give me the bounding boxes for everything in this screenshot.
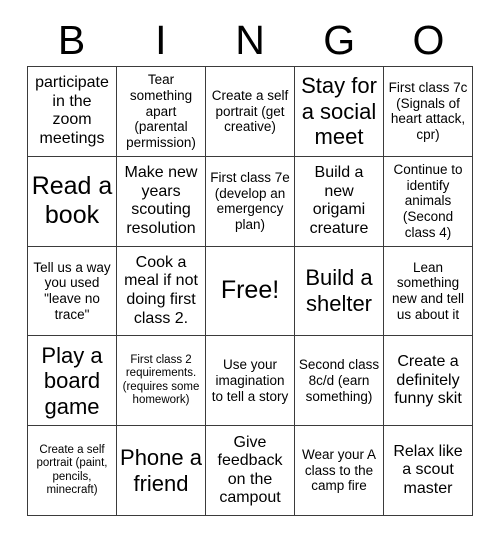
bingo-cell[interactable]: Lean something new and tell us about it <box>384 246 473 337</box>
bingo-cell[interactable]: participate in the zoom meetings <box>28 67 117 157</box>
bingo-cell-label: Wear your A class to the camp fire <box>301 447 377 494</box>
bingo-cell-label: Cook a meal if not doing first class 2. <box>124 253 198 327</box>
bingo-cell[interactable]: Tear something apart (parental permissio… <box>117 67 206 157</box>
bingo-cell[interactable]: Cook a meal if not doing first class 2. <box>117 246 206 337</box>
bingo-cell[interactable]: Second class 8c/d (earn something) <box>295 336 384 427</box>
bingo-cell[interactable]: Build a shelter <box>295 246 384 337</box>
bingo-cell[interactable]: Read a book <box>28 156 117 247</box>
bingo-card: B I N G O participate in the zoom meetin… <box>0 0 500 544</box>
bingo-cell-label: Create a self portrait (paint, pencils, … <box>36 443 108 496</box>
bingo-cell-label: Create a self portrait (get creative) <box>211 87 289 135</box>
bingo-cell-label: Lean something new and tell us about it <box>391 259 465 322</box>
bingo-cell[interactable]: Give feedback on the campout <box>206 426 295 516</box>
header-letter-b: B <box>57 16 86 63</box>
bingo-cell-label: First class 7c (Signals of heart attack,… <box>388 80 468 143</box>
bingo-cell-label: Stay for a social meet <box>301 73 377 150</box>
bingo-cell-label: Read a book <box>31 172 113 230</box>
bingo-cell-label: Continue to identify animals (Second cla… <box>393 162 463 240</box>
header-letter-g: G <box>323 16 356 63</box>
bingo-cell-label: Play a board game <box>41 342 103 419</box>
bingo-cell-label: Build a shelter <box>305 265 373 316</box>
bingo-cell-label: Make new years scouting resolution <box>124 164 198 237</box>
bingo-cell[interactable]: Build a new origami creature <box>295 156 384 247</box>
bingo-cell-label: Create a definitely funny skit <box>394 352 462 408</box>
bingo-cell-label: Give feedback on the campout <box>217 433 283 507</box>
bingo-cell-label: Phone a friend <box>120 445 202 496</box>
bingo-cell-label: Relax like a scout master <box>393 442 463 497</box>
bingo-cell[interactable]: Use your imagination to tell a story <box>206 336 295 427</box>
bingo-cell-label: Tear something apart (parental permissio… <box>126 72 196 150</box>
header-letter-i: I <box>155 16 167 63</box>
bingo-header-row: B I N G O <box>27 14 473 66</box>
bingo-cell-label: Use your imagination to tell a story <box>211 357 289 404</box>
bingo-cell[interactable]: Tell us a way you used "leave no trace" <box>28 246 117 337</box>
bingo-cell[interactable]: Relax like a scout master <box>384 426 473 516</box>
bingo-cell[interactable]: Phone a friend <box>117 426 206 516</box>
bingo-cell-label: Tell us a way you used "leave no trace" <box>33 259 111 322</box>
bingo-cell[interactable]: Continue to identify animals (Second cla… <box>384 156 473 247</box>
bingo-grid: participate in the zoom meetings Tear som… <box>27 66 473 516</box>
bingo-cell-label: First class 2 requirements. (requires so… <box>122 354 200 407</box>
bingo-cell[interactable]: Make new years scouting resolution <box>117 156 206 247</box>
header-letter-n: N <box>235 16 265 63</box>
bingo-cell-label: Build a new origami creature <box>309 164 369 237</box>
bingo-cell[interactable]: Stay for a social meet <box>295 67 384 157</box>
bingo-cell-label: Free! <box>220 276 280 305</box>
bingo-cell-label: First class 7e (develop an emergency pla… <box>210 169 290 232</box>
bingo-cell[interactable]: First class 7c (Signals of heart attack,… <box>384 67 473 157</box>
bingo-cell[interactable]: First class 2 requirements. (requires so… <box>117 336 206 427</box>
bingo-cell[interactable]: Create a self portrait (paint, pencils, … <box>28 426 117 516</box>
bingo-cell[interactable]: Create a definitely funny skit <box>384 336 473 427</box>
header-letter-o: O <box>412 16 445 63</box>
bingo-cell[interactable]: Play a board game <box>28 336 117 427</box>
bingo-cell[interactable]: Create a self portrait (get creative) <box>206 67 295 157</box>
bingo-cell-label: Second class 8c/d (earn something) <box>298 357 380 404</box>
bingo-free-space[interactable]: Free! <box>206 246 295 337</box>
bingo-cell[interactable]: First class 7e (develop an emergency pla… <box>206 156 295 247</box>
bingo-cell-label: participate in the zoom meetings <box>35 74 109 147</box>
bingo-cell[interactable]: Wear your A class to the camp fire <box>295 426 384 516</box>
